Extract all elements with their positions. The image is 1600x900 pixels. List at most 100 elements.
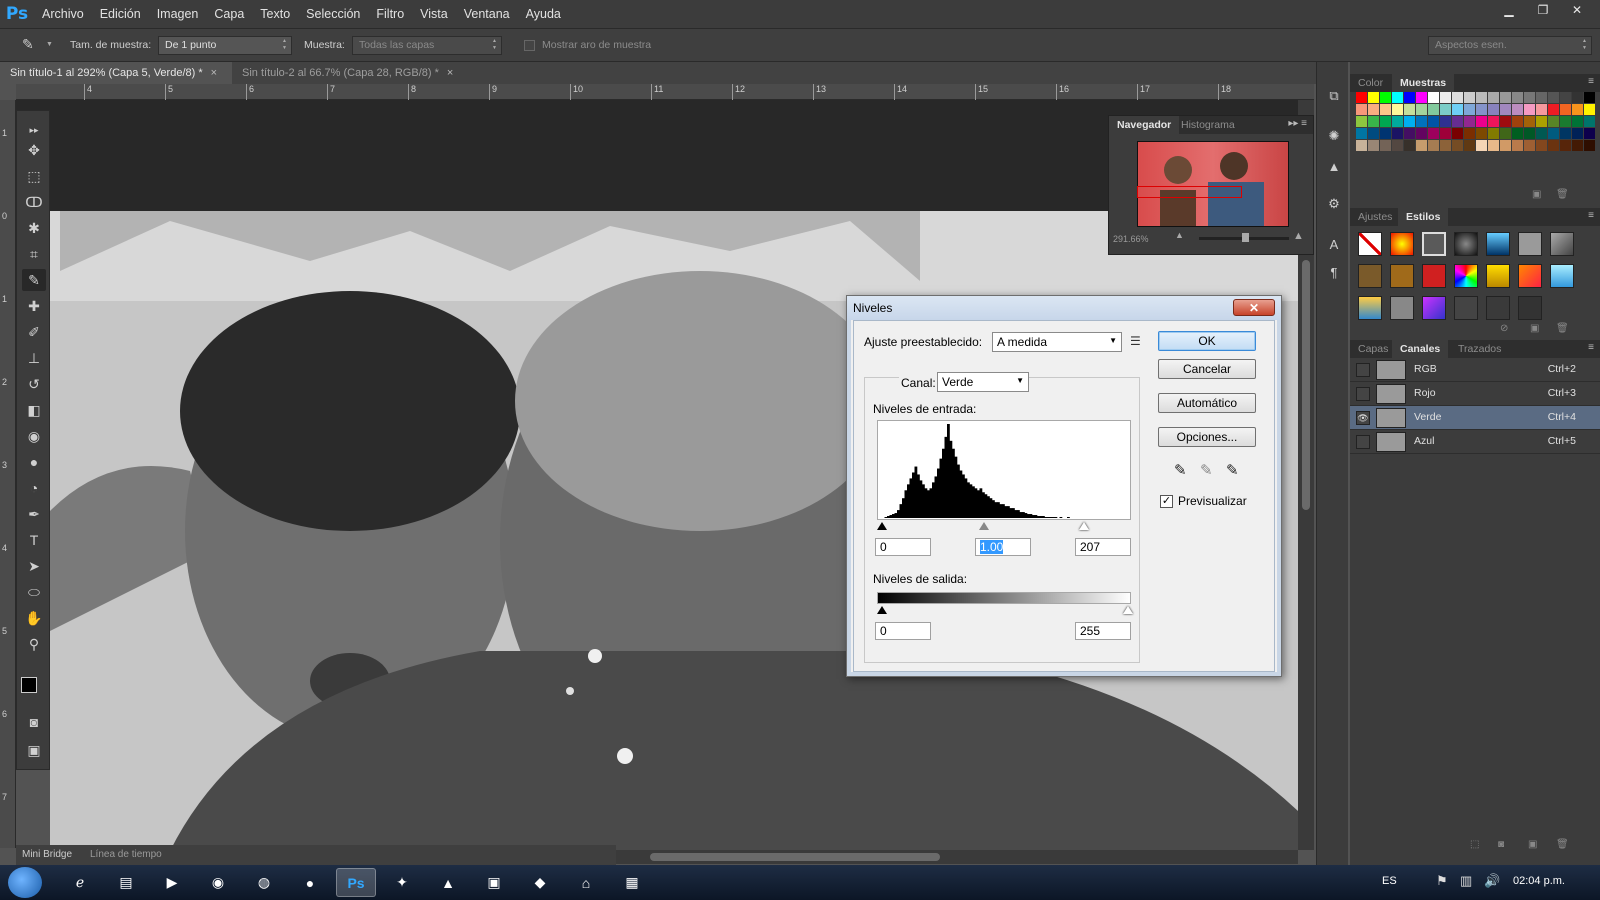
media-player-icon[interactable]: ▶ [152, 868, 192, 897]
color-swatch[interactable] [1380, 128, 1391, 139]
app-icon[interactable]: ◆ [520, 868, 560, 897]
style-swatch[interactable] [1358, 296, 1382, 320]
color-swatch[interactable] [1440, 128, 1451, 139]
color-swatch[interactable] [1500, 104, 1511, 115]
menu-archivo[interactable]: Archivo [34, 0, 92, 28]
output-black-field[interactable]: 0 [875, 622, 931, 640]
color-swatch[interactable] [1368, 104, 1379, 115]
language-indicator[interactable]: ES [1382, 875, 1397, 887]
color-swatch[interactable] [1548, 92, 1559, 103]
show-ring-checkbox[interactable] [524, 40, 535, 51]
style-swatch[interactable] [1518, 264, 1542, 288]
close-icon[interactable]: ✕ [1562, 0, 1592, 20]
style-swatch[interactable] [1486, 264, 1510, 288]
tab-capas[interactable]: Capas [1350, 340, 1396, 358]
cancel-button[interactable]: Cancelar [1158, 359, 1256, 379]
close-tab-icon[interactable]: × [447, 67, 453, 79]
delete-channel-icon[interactable]: 🗑 [1556, 839, 1569, 850]
eyedropper-tool-icon[interactable]: ✎ [22, 36, 34, 53]
sample-layers-select[interactable]: Todas las capas [352, 36, 502, 55]
color-swatch[interactable] [1512, 116, 1523, 127]
app-icon[interactable]: ▦ [612, 868, 652, 897]
move-tool-icon[interactable]: ✥ [22, 139, 46, 161]
color-swatch[interactable] [1488, 92, 1499, 103]
new-swatch-icon[interactable]: ▣ [1532, 189, 1541, 200]
color-swatch[interactable] [1524, 128, 1535, 139]
panel-menu-icon[interactable]: ≡ [1588, 76, 1594, 87]
color-swatch[interactable] [1392, 140, 1403, 151]
navigator-view-box[interactable] [1137, 186, 1242, 198]
color-swatch[interactable] [1536, 128, 1547, 139]
color-swatch[interactable] [1356, 92, 1367, 103]
color-swatch[interactable] [1440, 104, 1451, 115]
style-swatch[interactable] [1422, 264, 1446, 288]
load-selection-icon[interactable]: ⬚ [1470, 839, 1479, 850]
panel-menu-icon[interactable]: ▸▸ ≡ [1288, 118, 1307, 129]
preset-options-icon[interactable]: ☰ [1130, 334, 1141, 348]
ok-button[interactable]: OK [1158, 331, 1256, 351]
color-swatch[interactable] [1584, 140, 1595, 151]
color-swatch[interactable] [1356, 116, 1367, 127]
tab-canales[interactable]: Canales [1392, 340, 1449, 358]
auto-button[interactable]: Automático [1158, 393, 1256, 413]
doc-tab-2[interactable]: Sin título-2 al 66.7% (Capa 28, RGB/8) *… [232, 62, 472, 84]
color-swatch[interactable] [1392, 116, 1403, 127]
style-none[interactable] [1358, 232, 1382, 256]
style-swatch[interactable] [1486, 296, 1510, 320]
tab-ajustes[interactable]: Ajustes [1350, 208, 1400, 226]
color-swatch[interactable] [1428, 140, 1439, 151]
color-swatch[interactable] [1524, 116, 1535, 127]
channel-row-rgb[interactable]: RGB Ctrl+2 [1350, 358, 1600, 382]
white-eyedropper-icon[interactable]: ✎ [1226, 461, 1239, 479]
color-swatch[interactable] [1500, 128, 1511, 139]
brush-tool-icon[interactable]: ✐ [22, 321, 46, 343]
color-swatch[interactable] [1452, 104, 1463, 115]
tab-histograma[interactable]: Histograma [1173, 116, 1243, 134]
color-swatch[interactable] [1536, 92, 1547, 103]
color-swatch[interactable] [1500, 92, 1511, 103]
color-swatch[interactable] [1404, 116, 1415, 127]
color-swatch[interactable] [1440, 140, 1451, 151]
color-swatch[interactable] [1488, 128, 1499, 139]
hand-tool-icon[interactable]: ✋ [22, 607, 46, 629]
internet-explorer-icon[interactable]: ℯ [60, 868, 100, 897]
scroll-thumb[interactable] [1302, 260, 1310, 510]
tab-color[interactable]: Color [1350, 74, 1391, 92]
tab-timeline[interactable]: Línea de tiempo [90, 849, 162, 860]
blur-tool-icon[interactable]: ● [22, 451, 46, 473]
menu-vista[interactable]: Vista [412, 0, 456, 28]
color-swatch[interactable] [1404, 92, 1415, 103]
style-swatch[interactable] [1550, 232, 1574, 256]
color-swatch[interactable] [1452, 128, 1463, 139]
clock[interactable]: 02:04 p.m. [1513, 875, 1565, 887]
start-button[interactable] [8, 867, 42, 898]
clone-stamp-tool-icon[interactable]: ⊥ [22, 347, 46, 369]
color-swatch[interactable] [1512, 128, 1523, 139]
color-swatch[interactable] [1476, 128, 1487, 139]
chrome-icon[interactable]: ◉ [198, 868, 238, 897]
color-swatch[interactable] [1392, 104, 1403, 115]
channel-row-verde[interactable]: 👁 Verde Ctrl+4 [1350, 406, 1600, 430]
color-swatch[interactable] [1560, 128, 1571, 139]
style-swatch[interactable] [1550, 264, 1574, 288]
character-panel-icon[interactable]: A [1324, 234, 1344, 254]
close-tab-icon[interactable]: × [211, 67, 217, 79]
menu-seleccion[interactable]: Selección [298, 0, 368, 28]
app-icon[interactable]: ⌂ [566, 868, 606, 897]
color-swatch[interactable] [1416, 140, 1427, 151]
input-black-field[interactable]: 0 [875, 538, 931, 556]
healing-brush-tool-icon[interactable]: ✚ [22, 295, 46, 317]
minimize-icon[interactable]: ▁ [1494, 0, 1524, 20]
color-swatch[interactable] [1560, 116, 1571, 127]
color-swatch[interactable] [1560, 104, 1571, 115]
save-selection-icon[interactable]: ◙ [1498, 839, 1504, 850]
style-swatch[interactable] [1454, 232, 1478, 256]
menu-edicion[interactable]: Edición [92, 0, 149, 28]
color-swatch[interactable] [1416, 92, 1427, 103]
history-panel-icon[interactable]: ⧉ [1324, 86, 1344, 106]
color-swatch[interactable] [1476, 104, 1487, 115]
style-swatch[interactable] [1422, 232, 1446, 256]
color-swatch[interactable] [1428, 104, 1439, 115]
color-swatch[interactable] [1512, 92, 1523, 103]
style-swatch[interactable] [1454, 296, 1478, 320]
